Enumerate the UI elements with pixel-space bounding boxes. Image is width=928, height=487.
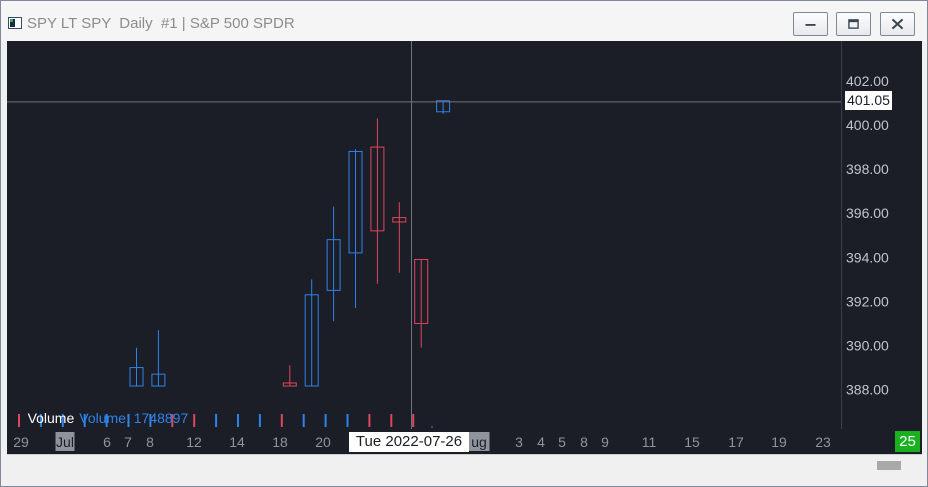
price-tick-label: 394.00 bbox=[846, 249, 889, 265]
price-scale: 402.00 400.00 398.00 396.00 394.00 392.00 390.… bbox=[846, 73, 889, 398]
price-tick-label: 392.00 bbox=[846, 293, 889, 309]
price-tick-label: 400.00 bbox=[846, 117, 889, 133]
volume-value: Volume: 1748897 bbox=[79, 410, 189, 426]
candle bbox=[392, 202, 407, 273]
date-tick-label: 23 bbox=[815, 434, 831, 450]
price-tick-label: 388.00 bbox=[846, 382, 889, 398]
minimize-button[interactable] bbox=[793, 12, 828, 36]
candle bbox=[348, 149, 363, 309]
crosshair-date-label: Tue 2022-07-26 bbox=[349, 432, 469, 452]
date-tick-label: 18 bbox=[272, 434, 288, 450]
date-tick-label: 17 bbox=[728, 434, 744, 450]
price-tick-label: 390.00 bbox=[846, 338, 889, 354]
date-tick-label: 6 bbox=[103, 434, 111, 450]
date-tick-label: 19 bbox=[771, 434, 787, 450]
date-tick-label: Jul bbox=[56, 434, 74, 450]
date-tick-label: 3 bbox=[515, 434, 523, 450]
volume-label: Volume bbox=[27, 410, 75, 426]
candles bbox=[129, 100, 451, 387]
candle bbox=[370, 118, 385, 284]
candle bbox=[304, 279, 319, 387]
close-button[interactable] bbox=[880, 12, 915, 36]
candle bbox=[282, 365, 297, 387]
candle bbox=[326, 206, 341, 322]
date-tick-label: ug bbox=[471, 434, 487, 450]
price-chart-canvas[interactable]: 402.00 400.00 398.00 396.00 394.00 392.00 390.… bbox=[7, 41, 922, 429]
date-tick-label: 8 bbox=[146, 434, 154, 450]
candle bbox=[436, 100, 451, 114]
date-tick-label: 8 bbox=[580, 434, 588, 450]
crosshair-price-label: 401.05 bbox=[845, 91, 892, 110]
date-tick-label: 7 bbox=[124, 434, 132, 450]
maximize-button[interactable] bbox=[836, 12, 871, 36]
price-tick-label: 396.00 bbox=[846, 205, 889, 221]
date-tick-label: 20 bbox=[315, 434, 331, 450]
chart-window: SPY LT SPY Daily #1 | S&P 500 SPDR 402.0… bbox=[0, 0, 928, 487]
candle bbox=[129, 347, 144, 387]
close-icon bbox=[891, 18, 904, 30]
price-tick-label: 398.00 bbox=[846, 161, 889, 177]
window-title: SPY LT SPY Daily #1 | S&P 500 SPDR bbox=[27, 15, 295, 32]
maximize-icon bbox=[848, 19, 859, 29]
minimize-icon bbox=[805, 24, 816, 26]
date-tick-label: 12 bbox=[186, 434, 202, 450]
candle bbox=[151, 330, 166, 387]
price-chart[interactable]: 402.00 400.00 398.00 396.00 394.00 392.00 390.… bbox=[7, 41, 922, 429]
chart-window-icon bbox=[8, 17, 22, 29]
title-bar[interactable]: SPY LT SPY Daily #1 | S&P 500 SPDR bbox=[1, 1, 927, 41]
date-tick-label: 29 bbox=[13, 434, 29, 450]
status-bar bbox=[7, 454, 922, 480]
date-tick-label: 9 bbox=[601, 434, 609, 450]
candle bbox=[414, 259, 429, 348]
price-tick-label: 402.00 bbox=[846, 73, 889, 89]
date-tick-label: 5 bbox=[558, 434, 566, 450]
date-tick-label: 15 bbox=[684, 434, 700, 450]
scroll-thumb[interactable] bbox=[877, 461, 901, 470]
date-tick-label: 4 bbox=[537, 434, 545, 450]
green-badge[interactable]: 25 bbox=[895, 431, 920, 452]
date-tick-label: 14 bbox=[229, 434, 245, 450]
date-tick-label: 11 bbox=[642, 434, 657, 450]
